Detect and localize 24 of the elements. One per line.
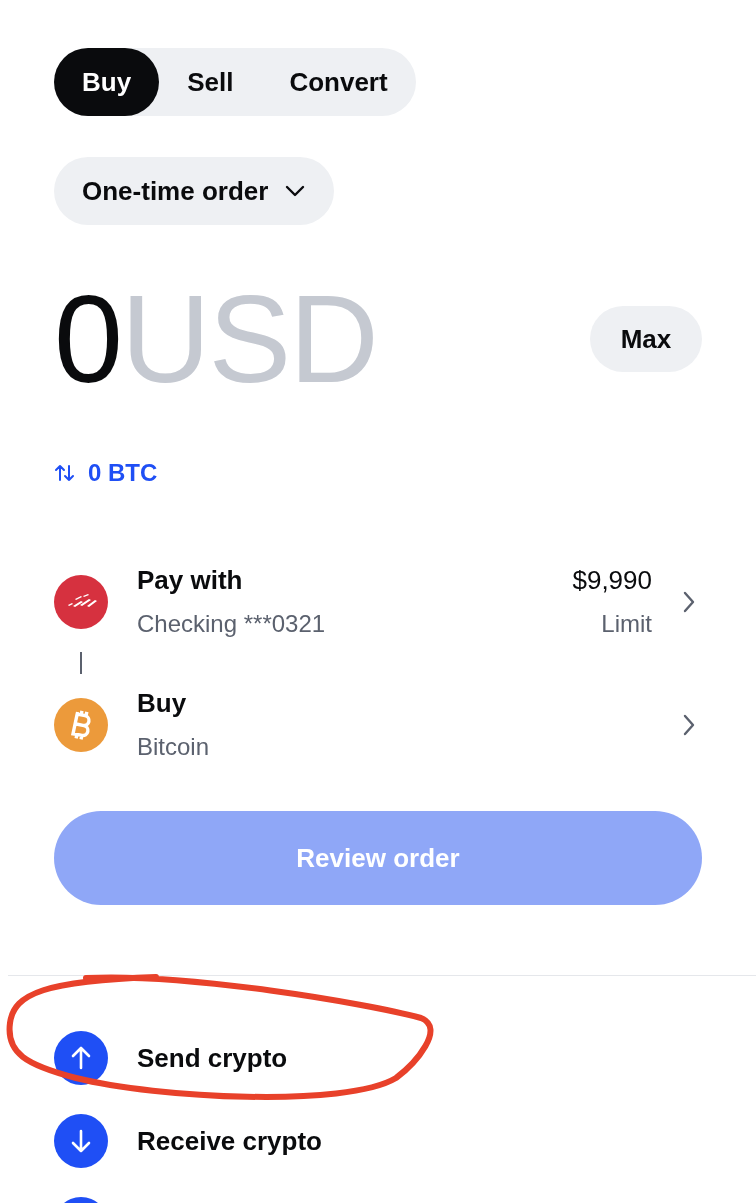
tab[interactable]: Convert — [261, 48, 416, 116]
order-type-dropdown[interactable]: One-time order — [54, 157, 335, 225]
limit-label: Limit — [601, 609, 652, 639]
chevron-down-icon — [284, 184, 307, 198]
amount-currency: USD — [120, 277, 377, 401]
tab[interactable]: Sell — [159, 48, 262, 116]
chevron-right-icon — [682, 712, 696, 737]
action-label[interactable]: Receive crypto — [137, 1121, 322, 1161]
conversion-link[interactable]: 0 BTC — [88, 455, 158, 491]
row-subtitle: Checking ***0321 — [137, 609, 327, 639]
limit-amount: $9,990 — [572, 564, 652, 597]
row-subtitle: Bitcoin — [137, 732, 211, 762]
row-title: Pay with — [137, 564, 244, 597]
payment-row[interactable]: Pay with Checking ***0321 $9,990 Limit — [54, 561, 702, 642]
amount-value: 0 — [54, 277, 121, 401]
chevron-right-icon — [682, 589, 696, 614]
bitcoin-icon — [54, 697, 108, 752]
bank-logo-icon — [54, 574, 108, 629]
payment-row[interactable]: Buy Bitcoin — [54, 684, 702, 765]
row-title: Buy — [137, 687, 188, 720]
action-label[interactable]: Send crypto — [137, 1038, 288, 1078]
max-button[interactable]: Max — [590, 306, 702, 372]
tab[interactable]: Buy — [54, 48, 160, 116]
swap-arrows-icon[interactable] — [54, 463, 76, 483]
